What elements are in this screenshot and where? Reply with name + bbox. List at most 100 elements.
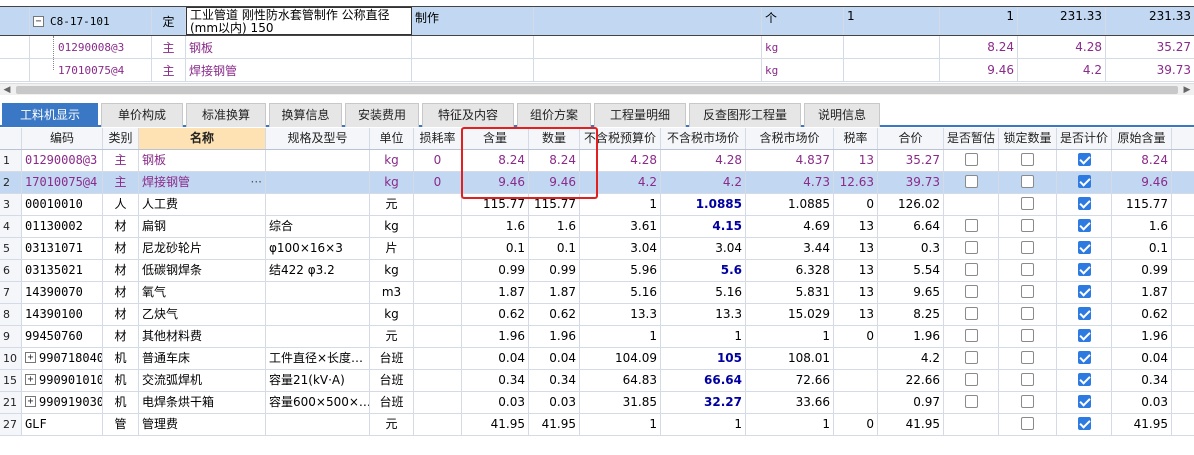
name-cell[interactable]: 氧气 [139,282,266,303]
checkbox-icon[interactable] [964,329,978,342]
priced-cell[interactable] [1057,282,1112,303]
lock-qty-cell[interactable] [999,414,1057,435]
lock-qty-cell[interactable] [999,238,1057,259]
table-row[interactable]: 9 99450760 材 其他材料费 元 1.96 1.96 1 1 1 0 1.96 1.96 [0,326,1194,348]
col-header-orig-content[interactable]: 原始含量 [1112,128,1172,149]
content-cell[interactable]: 0.03 [462,392,529,413]
lock-qty-cell[interactable] [999,348,1057,369]
checkbox-icon[interactable] [964,285,978,298]
checkbox-icon[interactable] [964,153,978,166]
quota-sub-row[interactable]: 17010075@4 主 焊接钢管 kg 9.46 4.2 39.73 [0,59,1194,82]
estimated-cell[interactable] [944,260,999,281]
table-row[interactable]: 15 +990901010 机 交流弧焊机 容量21(kV·A) 台班 0.34 0.34 64… [0,370,1194,392]
market-price-cell[interactable]: 5.6 [661,260,746,281]
checkbox-checked-icon[interactable] [1077,373,1091,386]
checkbox-checked-icon[interactable] [1077,175,1091,188]
content-cell[interactable]: 8.24 [462,150,529,171]
priced-cell[interactable] [1057,370,1112,391]
priced-cell[interactable] [1057,260,1112,281]
priced-cell[interactable] [1057,326,1112,347]
content-cell[interactable]: 0.62 [462,304,529,325]
checkbox-icon[interactable] [1021,417,1034,430]
col-header-total[interactable]: 合价 [878,128,944,149]
col-header-market-price[interactable]: 不含税市场价 [661,128,746,149]
scroll-left-icon[interactable]: ◀ [0,84,14,96]
col-header-tax-rate[interactable]: 税率 [834,128,878,149]
checkbox-icon[interactable] [1021,197,1034,210]
market-price-cell[interactable]: 1.0885 [661,194,746,215]
market-price-cell[interactable]: 4.15 [661,216,746,237]
estimated-cell[interactable] [944,238,999,259]
estimated-cell[interactable] [944,370,999,391]
checkbox-icon[interactable] [964,175,978,188]
checkbox-checked-icon[interactable] [1077,285,1091,298]
name-cell[interactable]: 普通车床 [139,348,266,369]
col-header-content[interactable]: 含量 [462,128,529,149]
name-cell[interactable]: 扁钢 [139,216,266,237]
market-price-cell[interactable]: 4.28 [661,150,746,171]
checkbox-icon[interactable] [1021,153,1034,166]
table-row[interactable]: 8 14390100 材 乙炔气 kg 0.62 0.62 13.3 13.3 15.029 13 8… [0,304,1194,326]
market-price-cell[interactable]: 1 [661,414,746,435]
quantity-cell[interactable]: 0.04 [529,348,580,369]
name-cell[interactable]: 人工费 [139,194,266,215]
sub-name[interactable]: 焊接钢管 [186,59,412,81]
market-price-cell[interactable]: 3.04 [661,238,746,259]
quota-quantity[interactable]: 1 [940,7,1018,35]
name-cell[interactable]: 尼龙砂轮片 [139,238,266,259]
quantity-cell[interactable]: 0.1 [529,238,580,259]
col-header-loss-rate[interactable]: 损耗率 [414,128,462,149]
table-row[interactable]: 1 01290008@3 主 钢板 kg 0 8.24 8.24 4.28 4.28 4.837 13… [0,150,1194,172]
col-header-priced[interactable]: 是否计价 [1057,128,1112,149]
checkbox-icon[interactable] [964,241,978,254]
estimated-cell[interactable] [944,304,999,325]
priced-cell[interactable] [1057,392,1112,413]
table-row[interactable]: 6 03135021 材 低碳钢焊条 结422 φ3.2 kg 0.99 0.99 5.96 5.… [0,260,1194,282]
quota-sub-row[interactable]: 01290008@3 主 钢板 kg 8.24 4.28 35.27 [0,36,1194,59]
quantity-cell[interactable]: 9.46 [529,172,580,193]
name-cell[interactable]: 管理费 [139,414,266,435]
market-price-cell[interactable]: 4.2 [661,172,746,193]
priced-cell[interactable] [1057,150,1112,171]
expand-plus-icon[interactable]: + [25,374,36,385]
table-row[interactable]: 27 GLF 管 管理费 元 41.95 41.95 1 1 1 0 41.95 41.95 [0,414,1194,436]
col-header-category[interactable]: 类别 [103,128,139,149]
content-cell[interactable]: 1.87 [462,282,529,303]
table-row[interactable]: 21 +990919030 机 电焊条烘干箱 容量600×500×… 台班 0.03 0.03… [0,392,1194,414]
checkbox-icon[interactable] [1021,373,1034,386]
col-header-lock-qty[interactable]: 锁定数量 [999,128,1057,149]
content-cell[interactable]: 0.34 [462,370,529,391]
col-header-budget-price[interactable]: 不含税预算价 [580,128,661,149]
table-row[interactable]: 2 17010075@4 主 焊接钢管 ··· kg 0 9.46 9.46 4.2 4.2 4.73… [0,172,1194,194]
expand-plus-icon[interactable]: + [25,396,36,407]
estimated-cell[interactable] [944,150,999,171]
col-header-tax-market-price[interactable]: 含税市场价 [746,128,834,149]
col-header-quantity[interactable]: 数量 [529,128,580,149]
quantity-cell[interactable]: 41.95 [529,414,580,435]
market-price-cell[interactable]: 1 [661,326,746,347]
table-row[interactable]: 7 14390070 材 氧气 m3 1.87 1.87 5.16 5.16 5.831 13 9.6… [0,282,1194,304]
checkbox-icon[interactable] [1021,329,1034,342]
tab-labor-material-machine[interactable]: 工料机显示 [2,103,98,127]
col-header-unit[interactable]: 单位 [370,128,414,149]
lock-qty-cell[interactable] [999,172,1057,193]
market-price-cell[interactable]: 13.3 [661,304,746,325]
priced-cell[interactable] [1057,348,1112,369]
estimated-cell[interactable] [944,392,999,413]
quantity-cell[interactable]: 1.6 [529,216,580,237]
checkbox-icon[interactable] [1021,285,1034,298]
checkbox-checked-icon[interactable] [1077,197,1091,210]
checkbox-checked-icon[interactable] [1077,329,1091,342]
market-price-cell[interactable]: 105 [661,348,746,369]
content-cell[interactable]: 0.1 [462,238,529,259]
name-cell[interactable]: 焊接钢管 ··· [139,172,266,193]
checkbox-icon[interactable] [1021,219,1034,232]
checkbox-icon[interactable] [964,219,978,232]
checkbox-icon[interactable] [964,373,978,386]
estimated-cell[interactable] [944,216,999,237]
market-price-cell[interactable]: 66.64 [661,370,746,391]
market-price-cell[interactable]: 32.27 [661,392,746,413]
table-row[interactable]: 10 +990718040 机 普通车床 工件直径×长度… 台班 0.04 0.04 104.0… [0,348,1194,370]
name-cell[interactable]: 交流弧焊机 [139,370,266,391]
tab-description[interactable]: 说明信息 [804,103,880,127]
